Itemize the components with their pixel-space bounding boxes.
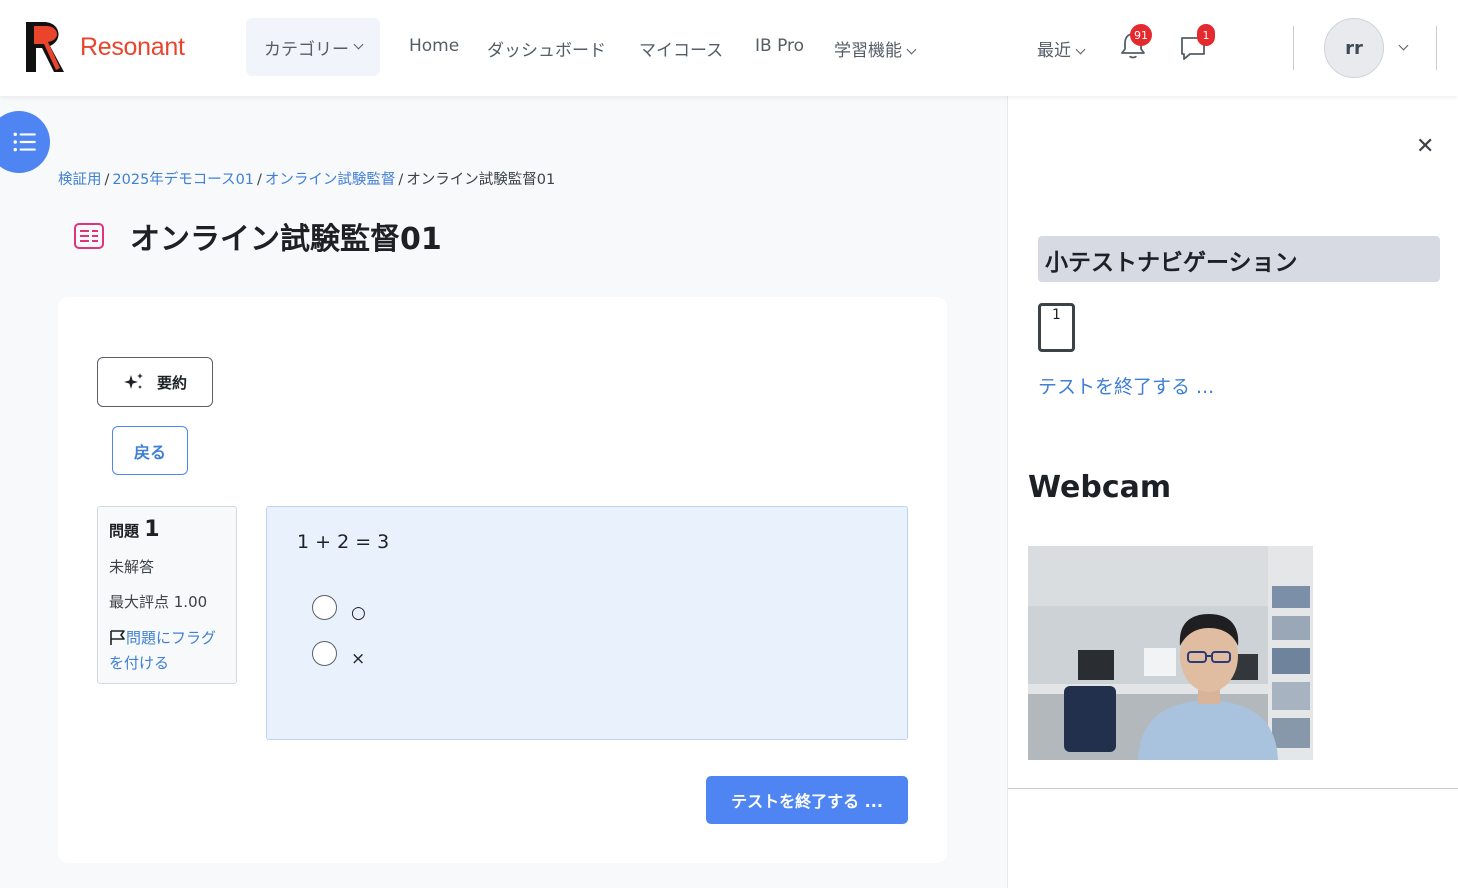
page-header: オンライン試験監督01: [72, 214, 442, 258]
flag-question-link[interactable]: 問題にフラグを付ける: [109, 626, 225, 676]
breadcrumb-item[interactable]: 2025年デモコース01: [112, 172, 254, 188]
question-text: 1 + 2 = 3: [297, 531, 390, 553]
answer-option[interactable]: ○: [312, 595, 366, 623]
navbar-divider: [1436, 26, 1437, 70]
question-heading: 問題 1: [109, 517, 225, 542]
quiz-nav-question-button[interactable]: 1: [1038, 303, 1075, 352]
radio-button[interactable]: [312, 641, 337, 666]
recent-label: 最近: [1037, 41, 1071, 61]
back-button[interactable]: 戻る: [112, 426, 188, 475]
nav-ib-pro[interactable]: IB Pro: [755, 36, 804, 56]
site-logo[interactable]: Resonant: [20, 18, 185, 76]
question-max-score: 最大評点 1.00: [109, 593, 208, 611]
quiz-attempt-card: 要約 戻る 問題 1 未解答 最大評点 1.00 問題にフラグを付ける 1 + …: [58, 297, 947, 863]
summary-button[interactable]: 要約: [97, 357, 213, 407]
webcam-title: Webcam: [1028, 470, 1172, 505]
notifications-button[interactable]: 91: [1118, 24, 1152, 62]
user-menu-chevron-icon[interactable]: [1398, 40, 1409, 51]
quiz-icon: [74, 223, 104, 249]
flag-icon: [110, 630, 125, 645]
category-label: カテゴリー: [264, 39, 349, 60]
flag-label: 問題にフラグを付ける: [109, 629, 217, 672]
question-status: 未解答: [109, 558, 155, 576]
breadcrumb-item[interactable]: オンライン試験監督: [265, 172, 396, 188]
webcam-image: [1028, 546, 1313, 760]
question-info: 問題 1 未解答 最大評点 1.00 問題にフラグを付ける: [97, 506, 237, 684]
radio-button[interactable]: [312, 595, 337, 620]
summary-label: 要約: [156, 373, 187, 392]
question-number: 1: [144, 517, 160, 542]
breadcrumb: 検証用/2025年デモコース01/オンライン試験監督 / オンライン試験監督01: [58, 172, 556, 188]
logo-icon: [26, 22, 64, 72]
messages-button[interactable]: 1: [1178, 24, 1215, 62]
nav-dashboard[interactable]: ダッシュボード: [487, 36, 606, 61]
option-label: ○: [351, 602, 366, 623]
nav-my-courses[interactable]: マイコース: [639, 36, 723, 61]
answer-option[interactable]: ×: [312, 641, 366, 669]
page-title: オンライン試験監督01: [130, 222, 442, 257]
top-navbar: Resonant カテゴリー Home ダッシュボード マイコース IB Pro…: [0, 0, 1458, 96]
finish-attempt-button[interactable]: テストを終了する ...: [706, 776, 908, 824]
webcam-feed: [1028, 546, 1313, 760]
question-label: 問題: [109, 522, 140, 540]
chevron-down-icon: [353, 39, 364, 49]
navbar-divider: [1293, 26, 1294, 70]
option-label: ×: [351, 648, 366, 669]
message-count-badge: 1: [1197, 24, 1215, 46]
user-avatar[interactable]: rr: [1324, 18, 1384, 78]
finish-attempt-link[interactable]: テストを終了する ...: [1038, 372, 1214, 399]
quiz-navigation-title: 小テストナビゲーション: [1038, 236, 1440, 282]
learning-label: 学習機能: [834, 41, 902, 61]
right-drawer: ✕ 小テストナビゲーション 1 テストを終了する ... Webcam: [1007, 96, 1458, 888]
nav-home[interactable]: Home: [409, 36, 459, 56]
category-menu[interactable]: カテゴリー: [246, 18, 380, 76]
close-icon[interactable]: ✕: [1416, 134, 1434, 159]
chevron-down-icon: [906, 44, 917, 55]
list-icon: [13, 132, 36, 152]
notification-count-badge: 91: [1130, 24, 1152, 46]
sparkle-icon: [123, 373, 143, 389]
brand-name: Resonant: [80, 32, 185, 61]
nav-learning-features[interactable]: 学習機能: [834, 36, 917, 61]
recent-menu[interactable]: 最近: [1037, 36, 1086, 61]
breadcrumb-item[interactable]: 検証用: [58, 172, 102, 188]
breadcrumb-current: オンライン試験監督01: [406, 172, 556, 188]
drawer-divider: [1008, 788, 1458, 789]
question-content: 1 + 2 = 3 ○ ×: [266, 506, 908, 740]
course-index-toggle[interactable]: [0, 111, 50, 173]
chevron-down-icon: [1075, 44, 1086, 55]
